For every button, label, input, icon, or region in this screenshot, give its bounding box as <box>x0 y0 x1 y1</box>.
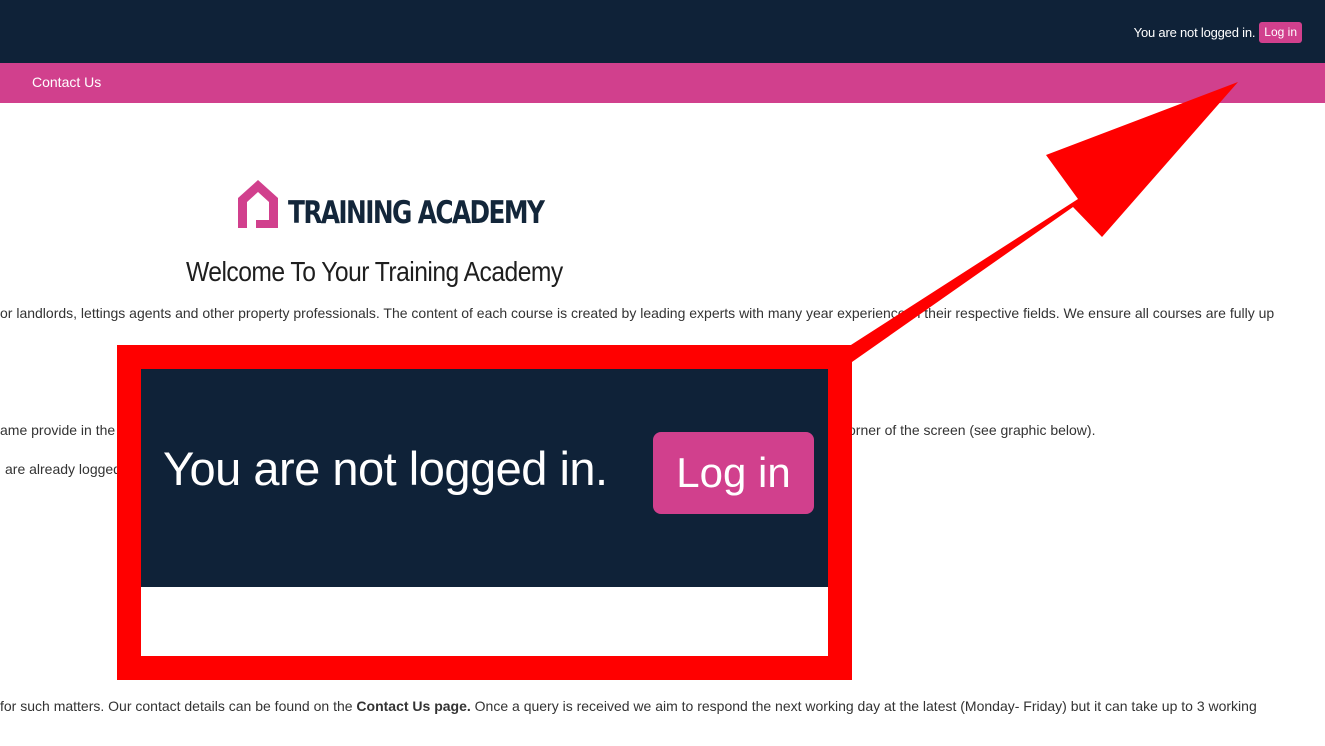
annotation-callout-box: You are not logged in. Log in <box>117 345 852 680</box>
login-status: You are not logged in. Log in <box>1134 22 1302 43</box>
nav-contact-us-link[interactable]: Contact Us <box>32 74 101 90</box>
intro-paragraph: or landlords, lettings agents and other … <box>0 305 1275 321</box>
page-title: Welcome To Your Training Academy <box>186 256 563 287</box>
contact-us-page-link[interactable]: Contact Us page. <box>356 698 470 714</box>
contact-paragraph: for such matters. Our contact details ca… <box>0 698 1257 714</box>
logo-text: TRAINING ACADEMY <box>288 195 545 231</box>
contact-paragraph-end: Once a query is received we aim to respo… <box>470 698 1257 714</box>
house-logo-icon <box>238 180 278 228</box>
login-status-text: You are not logged in. <box>1133 25 1256 40</box>
callout-login-button: Log in <box>653 432 814 514</box>
instruction-paragraph-right: orner of the screen (see graphic below). <box>848 422 1096 438</box>
navigation-bar: Contact Us <box>0 63 1325 103</box>
instruction-paragraph-left: ame provide in the <box>0 422 116 438</box>
training-academy-logo: TRAINING ACADEMY <box>236 178 607 230</box>
logged-in-paragraph: are already logged <box>5 461 121 477</box>
top-header-bar: You are not logged in. Log in <box>0 0 1325 63</box>
callout-header-preview: You are not logged in. Log in <box>141 369 828 587</box>
contact-paragraph-start: for such matters. Our contact details ca… <box>0 698 357 714</box>
callout-login-status-text: You are not logged in. <box>163 442 608 495</box>
login-button[interactable]: Log in <box>1259 22 1302 43</box>
